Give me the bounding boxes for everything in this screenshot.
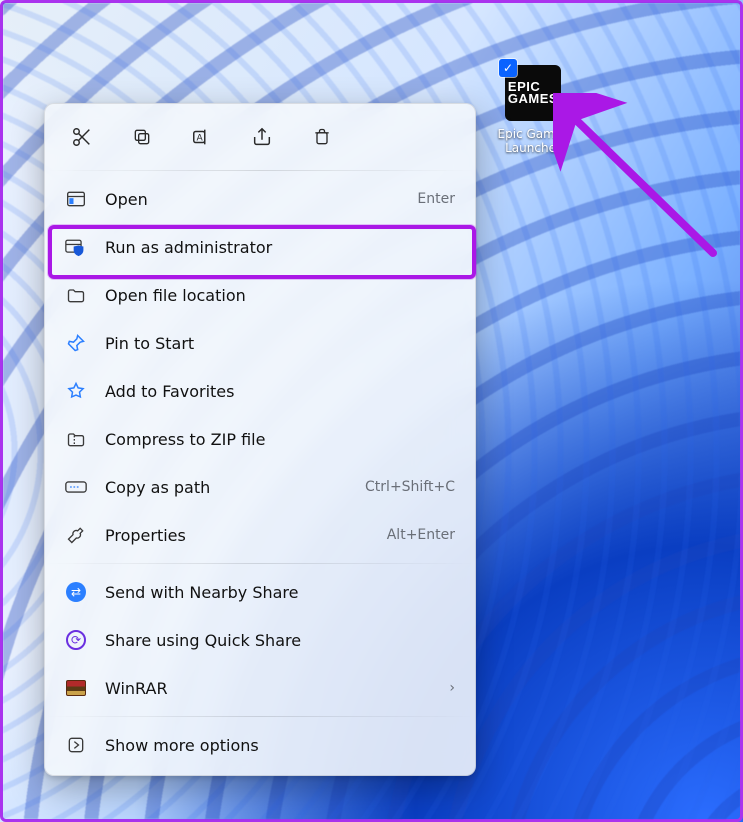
window-icon	[65, 188, 87, 210]
selection-check-icon: ✓	[499, 59, 517, 77]
app-tile: ✓ EPIC GAMES	[505, 65, 561, 121]
rename-button[interactable]: A	[187, 122, 217, 152]
separator	[45, 716, 475, 717]
menu-item-winrar[interactable]: WinRAR ›	[45, 664, 475, 712]
menu-item-label: Run as administrator	[105, 238, 437, 257]
nearby-share-icon: ⇄	[65, 581, 87, 603]
chevron-right-icon: ›	[449, 680, 455, 696]
menu-item-show-more-options[interactable]: Show more options	[45, 721, 475, 769]
menu-item-label: Add to Favorites	[105, 382, 455, 401]
scissors-icon	[71, 126, 93, 148]
menu-item-accelerator: Enter	[417, 191, 455, 207]
menu-item-add-to-favorites[interactable]: Add to Favorites	[45, 367, 475, 415]
menu-item-nearby-share[interactable]: ⇄ Send with Nearby Share	[45, 568, 475, 616]
pin-icon	[65, 332, 87, 354]
context-menu: A Open Enter Run as administrator Open f…	[44, 103, 476, 776]
annotation-arrow	[553, 93, 723, 263]
desktop-icon-epic-games-launcher[interactable]: ✓ EPIC GAMES Epic Games Launcher	[490, 65, 576, 156]
quick-share-icon: ⟳	[65, 629, 87, 651]
rename-icon: A	[191, 126, 213, 148]
menu-item-label: Share using Quick Share	[105, 631, 455, 650]
menu-item-label: WinRAR	[105, 679, 431, 698]
separator	[45, 170, 475, 171]
zip-icon	[65, 428, 87, 450]
trash-icon	[312, 126, 332, 148]
menu-item-label: Show more options	[105, 736, 455, 755]
app-tile-text: EPIC GAMES	[508, 81, 558, 104]
menu-item-label: Pin to Start	[105, 334, 455, 353]
menu-item-label: Compress to ZIP file	[105, 430, 455, 449]
desktop-icon-label: Epic Games Launcher	[490, 127, 576, 156]
menu-item-run-as-administrator[interactable]: Run as administrator	[45, 223, 475, 271]
menu-item-open[interactable]: Open Enter	[45, 175, 475, 223]
more-options-icon	[65, 734, 87, 756]
copy-icon	[132, 127, 152, 147]
menu-item-pin-to-start[interactable]: Pin to Start	[45, 319, 475, 367]
menu-item-label: Open file location	[105, 286, 455, 305]
delete-button[interactable]	[307, 122, 337, 152]
separator	[45, 563, 475, 564]
menu-item-accelerator: Ctrl+Shift+C	[365, 479, 455, 495]
menu-item-open-file-location[interactable]: Open file location	[45, 271, 475, 319]
menu-item-properties[interactable]: Properties Alt+Enter	[45, 511, 475, 559]
menu-item-label: Send with Nearby Share	[105, 583, 455, 602]
share-button[interactable]	[247, 122, 277, 152]
menu-item-copy-as-path[interactable]: Copy as path Ctrl+Shift+C	[45, 463, 475, 511]
star-icon	[65, 380, 87, 402]
admin-shield-icon	[65, 236, 87, 258]
menu-item-label: Open	[105, 190, 399, 209]
menu-item-compress-zip[interactable]: Compress to ZIP file	[45, 415, 475, 463]
wrench-icon	[65, 524, 87, 546]
menu-item-quick-share[interactable]: ⟳ Share using Quick Share	[45, 616, 475, 664]
cut-button[interactable]	[67, 122, 97, 152]
svg-text:A: A	[197, 133, 204, 144]
menu-item-label: Copy as path	[105, 478, 347, 497]
winrar-icon	[65, 677, 87, 699]
share-icon	[251, 126, 273, 148]
context-menu-toolbar: A	[45, 112, 475, 166]
copy-button[interactable]	[127, 122, 157, 152]
folder-icon	[65, 284, 87, 306]
menu-item-accelerator: Alt+Enter	[387, 527, 455, 543]
path-icon	[65, 476, 87, 498]
menu-item-label: Properties	[105, 526, 369, 545]
